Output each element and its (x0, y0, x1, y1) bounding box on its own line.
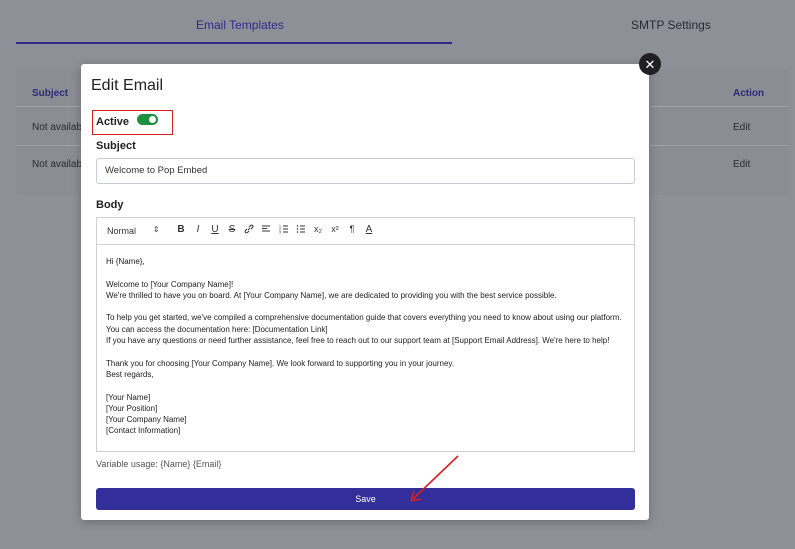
text-direction-button[interactable]: ¶ (346, 224, 358, 234)
bold-button[interactable]: B (175, 224, 187, 235)
close-icon[interactable]: ✕ (639, 53, 661, 75)
body-line: Best regards, (106, 369, 154, 379)
body-line: [Contact Information] (106, 426, 181, 436)
underline-button[interactable]: U (209, 224, 221, 235)
body-line (106, 346, 625, 357)
active-tab-indicator (16, 42, 452, 44)
body-line (106, 267, 625, 278)
table-edit-link[interactable]: Edit (733, 159, 750, 170)
tabs-bar: Email Templates SMTP Settings (0, 0, 795, 44)
body-line: [Your Position] (106, 403, 158, 413)
active-label: Active (96, 116, 130, 128)
body-line (106, 301, 625, 312)
rich-text-editor[interactable]: Normal ⇕ B I U S 123 x₂ x² ¶ A Hi {Name}… (96, 217, 635, 452)
ordered-list-icon[interactable]: 123 (278, 224, 290, 237)
toggle-knob (149, 116, 156, 123)
strike-button[interactable]: S (226, 224, 238, 235)
subscript-button[interactable]: x₂ (312, 224, 324, 234)
tab-smtp-settings[interactable]: SMTP Settings (631, 18, 711, 32)
select-arrows-icon: ⇕ (153, 225, 160, 234)
annotation-arrow-icon (410, 455, 459, 502)
table-cell-subject: Not availab (32, 122, 83, 133)
table-edit-link[interactable]: Edit (733, 122, 750, 133)
active-toggle[interactable] (137, 114, 158, 125)
editor-toolbar: Normal ⇕ B I U S 123 x₂ x² ¶ A (97, 218, 634, 245)
superscript-button[interactable]: x² (329, 224, 341, 234)
edit-email-modal: Edit Email Active Subject Welcome to Pop… (81, 64, 649, 520)
subject-input[interactable]: Welcome to Pop Embed (96, 158, 635, 184)
body-line: Thank you for choosing [Your Company Nam… (106, 358, 455, 368)
editor-content[interactable]: Hi {Name}, Welcome to [Your Company Name… (97, 245, 634, 448)
body-label: Body (96, 199, 124, 211)
link-icon[interactable] (243, 224, 255, 237)
body-line: [Your Company Name] (106, 415, 187, 425)
tab-email-templates[interactable]: Email Templates (196, 18, 284, 32)
column-header-action: Action (733, 88, 765, 99)
body-line: Welcome to [Your Company Name]! (106, 279, 234, 289)
italic-button[interactable]: I (192, 224, 204, 235)
svg-text:3: 3 (279, 231, 281, 235)
table-cell-subject: Not availab (32, 159, 83, 170)
body-line: Hi {Name}, (106, 257, 145, 266)
column-header-subject: Subject (32, 88, 69, 99)
body-line (106, 380, 625, 391)
body-line: You can access the documentation here: [… (106, 324, 328, 334)
body-line: [Your Name] (106, 392, 151, 402)
save-button[interactable]: Save (96, 488, 635, 510)
subject-label: Subject (96, 140, 136, 152)
body-line: If you have any questions or need furthe… (106, 336, 610, 346)
text-color-button[interactable]: A (363, 224, 375, 235)
body-line: We're thrilled to have you on board. At … (106, 290, 557, 300)
align-left-icon[interactable] (260, 224, 272, 237)
bullet-list-icon[interactable] (295, 224, 307, 237)
modal-title: Edit Email (91, 77, 164, 94)
format-select[interactable]: Normal (107, 226, 136, 236)
variable-usage-hint: Variable usage: {Name} {Email} (96, 459, 222, 469)
body-line: To help you get started, we've compiled … (106, 313, 622, 323)
